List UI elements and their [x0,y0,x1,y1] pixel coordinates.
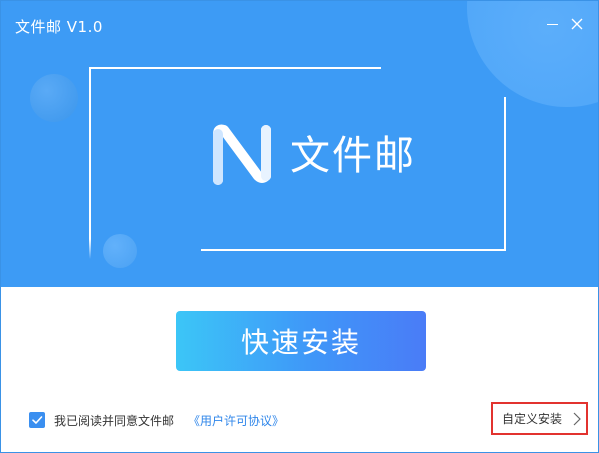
n-logo-icon [213,124,271,185]
license-agreement-link[interactable]: 《用户许可协议》 [188,412,284,429]
close-icon [571,18,583,30]
brand-name: 文件邮 [290,133,416,179]
agree-label: 我已阅读并同意文件邮 [54,413,175,428]
header-banner: 文件邮 V1.0 文件邮 [1,1,598,287]
chevron-right-icon [573,412,581,425]
window-title: 文件邮 V1.0 [15,18,103,36]
minimize-button[interactable] [542,13,564,35]
agreement-row: 我已阅读并同意文件邮 《用户许可协议》 [29,410,284,430]
close-button[interactable] [566,13,588,35]
decorative-circle-left [30,74,78,122]
custom-install-label: 自定义安装 [502,412,563,426]
quick-install-button[interactable]: 快速安装 [176,311,426,371]
decorative-circle-small [103,234,137,268]
checkmark-icon [32,416,43,424]
agree-checkbox[interactable] [29,412,45,428]
installer-window: 文件邮 V1.0 文件邮 快速安装 我已阅读并同意文件邮 《用户许可协议》 自定… [0,0,599,453]
custom-install-button[interactable]: 自定义安装 [491,402,588,435]
